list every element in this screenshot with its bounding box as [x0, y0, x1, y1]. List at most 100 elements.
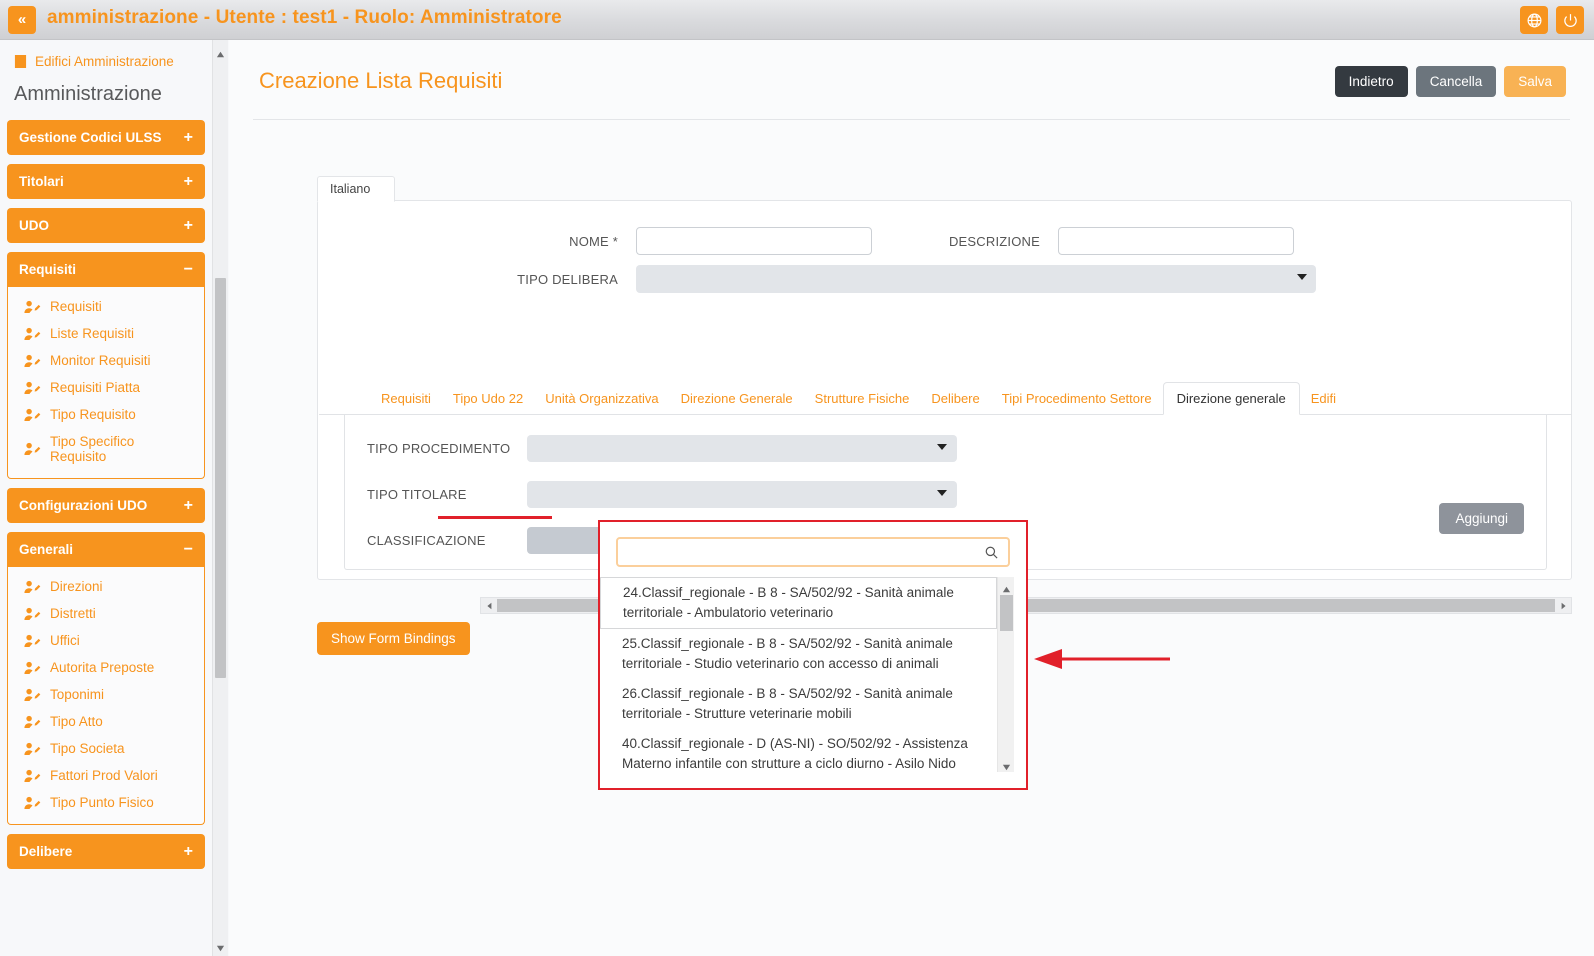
sidebar-group-generali: Generali − Direzioni Distretti Uffici Autorit… [7, 532, 205, 825]
user-edit-icon [24, 796, 41, 809]
tipo-titolare-row: TIPO TITOLARE [367, 481, 957, 508]
sidebar-group-header-udo[interactable]: UDO + [7, 208, 205, 243]
sidebar-item-label: Direzioni [50, 579, 103, 594]
sidebar-group-header-gestione-codici-ulss[interactable]: Gestione Codici ULSS + [7, 120, 205, 155]
sidebar-scroll-thumb[interactable] [215, 278, 226, 678]
user-edit-icon [24, 769, 41, 782]
tipo-titolare-select[interactable] [527, 481, 957, 508]
nome-input[interactable] [636, 227, 872, 255]
sidebar-group-header-requisiti[interactable]: Requisiti − [7, 252, 205, 287]
user-edit-icon [24, 742, 41, 755]
scroll-right-icon[interactable] [1556, 597, 1571, 615]
cancella-button[interactable]: Cancella [1415, 66, 1497, 97]
descrizione-input[interactable] [1058, 227, 1294, 255]
tab-edifi[interactable]: Edifi [1300, 391, 1347, 414]
sidebar-item-liste-requisiti[interactable]: Liste Requisiti [8, 320, 204, 347]
plus-icon: + [183, 496, 193, 514]
tab-unità-organizzativa[interactable]: Unità Organizzativa [534, 391, 669, 414]
tab-tipo-udo-22[interactable]: Tipo Udo 22 [442, 391, 534, 414]
scroll-left-icon[interactable] [481, 597, 496, 615]
dropdown-option[interactable]: 40.Classif_regionale - D (AS-NI) - SO/50… [600, 729, 997, 772]
sidebar-sublist: Direzioni Distretti Uffici Autorita Prepost… [7, 567, 205, 825]
dropdown-option[interactable]: 24.Classif_regionale - B 8 - SA/502/92 -… [600, 577, 997, 630]
sidebar-item-fattori-prod-valori[interactable]: Fattori Prod Valori [8, 762, 204, 789]
nome-field-row: NOME * [518, 227, 872, 255]
sidebar-scroll-down-icon[interactable] [216, 940, 225, 952]
sidebar-item-label: Tipo Requisito [50, 407, 136, 422]
sidebar-item-direzioni[interactable]: Direzioni [8, 573, 204, 600]
search-icon [985, 546, 998, 559]
tab-strutture-fisiche[interactable]: Strutture Fisiche [804, 391, 921, 414]
plus-icon: + [183, 842, 193, 860]
tab-direzione-generale[interactable]: Direzione Generale [670, 391, 804, 414]
plus-icon: + [183, 172, 193, 190]
tipo-procedimento-select[interactable] [527, 435, 957, 462]
sidebar-scroll-up-icon[interactable] [216, 46, 225, 58]
sidebar-item-tipo-requisito[interactable]: Tipo Requisito [8, 401, 204, 428]
sidebar-item-requisiti-piatta[interactable]: Requisiti Piatta [8, 374, 204, 401]
sidebar-group-udo: UDO + [7, 208, 205, 243]
show-form-bindings-button[interactable]: Show Form Bindings [317, 622, 470, 655]
dropdown-option[interactable]: 26.Classif_regionale - B 8 - SA/502/92 -… [600, 679, 997, 729]
aggiungi-button[interactable]: Aggiungi [1439, 503, 1524, 534]
sidebar-item-tipo-atto[interactable]: Tipo Atto [8, 708, 204, 735]
sidebar-group-header-generali[interactable]: Generali − [7, 532, 205, 567]
plus-icon: + [183, 128, 193, 146]
sidebar-item-distretti[interactable]: Distretti [8, 600, 204, 627]
dropdown-listbox: 24.Classif_regionale - B 8 - SA/502/92 -… [600, 577, 1014, 772]
dropdown-search-input[interactable] [618, 539, 1008, 565]
top-bar-icons [1520, 6, 1584, 34]
sidebar-item-edifici-amministrazione[interactable]: Edifici Amministrazione [0, 40, 212, 79]
globe-icon[interactable] [1520, 6, 1548, 34]
tab-delibere[interactable]: Delibere [920, 391, 990, 414]
app-root: « amministrazione - Utente : test1 - Ruo… [0, 0, 1594, 956]
chevron-down-icon [937, 444, 947, 450]
tab-italiano[interactable]: Italiano [317, 176, 395, 202]
sidebar-item-tipo-societa[interactable]: Tipo Societa [8, 735, 204, 762]
sidebar-item-uffici[interactable]: Uffici [8, 627, 204, 654]
sidebar-item-label: Liste Requisiti [50, 326, 135, 341]
tab-tipi-procedimento-settore[interactable]: Tipi Procedimento Settore [991, 391, 1163, 414]
user-edit-icon [24, 327, 41, 340]
page-header: Creazione Lista Requisiti Indietro Cance… [253, 54, 1570, 120]
sidebar-sublist: Requisiti Liste Requisiti Monitor Requisit… [7, 287, 205, 479]
sidebar-item-label: Tipo Atto [50, 714, 103, 729]
sidebar-heading: Amministrazione [14, 83, 162, 105]
tab-direzione-generale[interactable]: Direzione generale [1162, 382, 1300, 415]
sidebar-item-label: Tipo Specifico Requisito [50, 434, 135, 464]
page-title: Creazione Lista Requisiti [259, 68, 503, 93]
minus-icon: − [183, 540, 193, 558]
nome-label: NOME * [569, 233, 618, 249]
user-edit-icon [24, 354, 41, 367]
sidebar-item-label: Uffici [50, 633, 80, 648]
sidebar-item-tipo-punto-fisico[interactable]: Tipo Punto Fisico [8, 789, 204, 816]
user-edit-icon [24, 607, 41, 620]
tipo-delibera-select[interactable] [636, 265, 1316, 293]
power-icon[interactable] [1556, 6, 1584, 34]
sidebar-group-header-titolari[interactable]: Titolari + [7, 164, 205, 199]
sidebar-group-header-configurazioni-udo[interactable]: Configurazioni UDO + [7, 488, 205, 523]
sidebar-item-label: Tipo Societa [50, 741, 125, 756]
sidebar-item-toponimi[interactable]: Toponimi [8, 681, 204, 708]
dropdown-scroll-up-icon[interactable] [1002, 581, 1011, 593]
sidebar-group-label: Generali [19, 542, 74, 557]
sidebar-item-monitor-requisiti[interactable]: Monitor Requisiti [8, 347, 204, 374]
dropdown-scroll-down-icon[interactable] [1002, 759, 1011, 771]
tab-requisiti[interactable]: Requisiti [370, 391, 442, 414]
sidebar-collapse-button[interactable]: « [8, 6, 36, 34]
sidebar-groups: Gestione Codici ULSS + Titolari + UDO + Requis… [0, 120, 212, 869]
dropdown-option[interactable]: 25.Classif_regionale - B 8 - SA/502/92 -… [600, 629, 997, 679]
dropdown-scrollbar[interactable] [997, 577, 1014, 772]
sidebar-group-header-delibere[interactable]: Delibere + [7, 834, 205, 869]
indietro-button[interactable]: Indietro [1334, 66, 1408, 97]
user-edit-icon [24, 300, 41, 313]
top-bar: « amministrazione - Utente : test1 - Ruo… [0, 0, 1594, 40]
classificazione-dropdown: 24.Classif_regionale - B 8 - SA/502/92 -… [598, 520, 1028, 790]
tipo-titolare-label: TIPO TITOLARE [367, 487, 467, 502]
dropdown-scroll-thumb[interactable] [1000, 595, 1013, 631]
sidebar-item-requisiti[interactable]: Requisiti [8, 293, 204, 320]
sidebar-item-autorita-preposte[interactable]: Autorita Preposte [8, 654, 204, 681]
sidebar-item-tipo-specifico-requisito[interactable]: Tipo Specifico Requisito [8, 428, 204, 470]
user-edit-icon [24, 442, 41, 455]
salva-button[interactable]: Salva [1504, 66, 1566, 97]
